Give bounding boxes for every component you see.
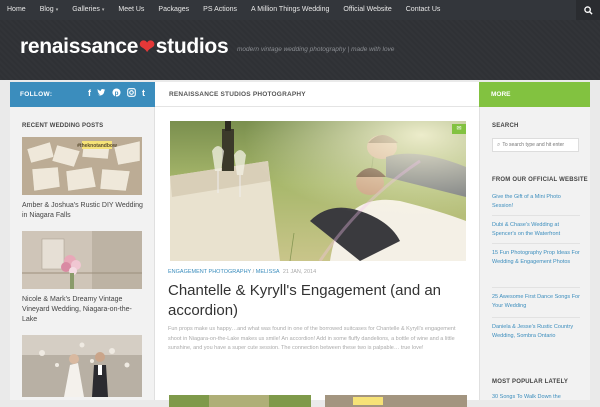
popular-post-link[interactable]: 30 Songs To Walk Down the	[492, 393, 582, 402]
post-thumbnail-next[interactable]	[169, 395, 311, 407]
post-thumbnail-next-2[interactable]	[325, 395, 467, 407]
comment-icon: ✉	[456, 126, 462, 132]
nav-item-official-website[interactable]: Official Website	[336, 0, 398, 20]
social-icons: f p t	[88, 88, 145, 99]
official-post-link[interactable]: Dubi & Chase's Wedding at Spencer's on t…	[492, 221, 582, 239]
logo-text-right: studios	[155, 35, 229, 58]
follow-bar: FOLLOW: f p t	[10, 82, 155, 107]
post-author-link[interactable]: MELISSA	[256, 269, 280, 275]
pinterest-icon[interactable]: p	[112, 88, 121, 99]
popular-heading: MOST POPULAR LATELY	[492, 379, 569, 385]
nav-label: Packages	[158, 6, 190, 13]
content-section-title: RENAISSANCE STUDIOS PHOTOGRAPHY	[169, 90, 306, 98]
follow-label: FOLLOW:	[20, 91, 53, 98]
post-meta: ENGAGEMENT PHOTOGRAPHY / MELISSA 21 JAN,…	[168, 269, 316, 275]
nav-item-ps-actions[interactable]: PS Actions	[196, 0, 244, 20]
search-icon	[583, 5, 593, 15]
chevron-down-icon: ▾	[101, 7, 105, 13]
nav-item-meet-us[interactable]: Meet Us	[111, 0, 151, 20]
sidebar-search-input[interactable]	[502, 142, 578, 148]
nav-label: PS Actions	[203, 6, 238, 13]
logo-text-left: renaissance	[20, 35, 139, 58]
more-label: MORE	[491, 91, 511, 98]
content-section-header: RENAISSANCE STUDIOS PHOTOGRAPHY	[155, 82, 479, 107]
divider	[492, 317, 580, 318]
left-sidebar: RECENT WEDDING POSTS #theknotandbow Ambe…	[10, 107, 155, 400]
nav-label: Meet Us	[118, 6, 145, 13]
official-post-link[interactable]: Give the Gift of a Mini Photo Session!	[492, 193, 582, 211]
nav-item-home[interactable]: Home	[0, 0, 33, 20]
post-thumbnail-rustic-diy[interactable]: #theknotandbow	[22, 137, 142, 195]
nav-label: Galleries	[72, 6, 100, 13]
post-thumbnail-vineyard[interactable]	[22, 231, 142, 289]
search-toggle-button[interactable]	[576, 0, 600, 20]
svg-text:p: p	[115, 90, 119, 97]
page-gutter-right	[590, 82, 600, 400]
nav-item-blog[interactable]: Blog ▾	[33, 0, 66, 20]
featured-post-image[interactable]: ✉	[170, 121, 466, 261]
search-heading: SEARCH	[492, 123, 519, 129]
nav-label: Official Website	[343, 6, 392, 13]
site-tagline: modern vintage wedding photography | mad…	[237, 46, 395, 53]
nav-label: Contact Us	[405, 6, 441, 13]
nav-label: Home	[7, 6, 26, 13]
divider	[492, 287, 580, 288]
comments-badge[interactable]: ✉	[452, 124, 466, 134]
site-header: renaissance❤studios modern vintage weddi…	[0, 20, 600, 80]
facebook-icon[interactable]: f	[88, 88, 91, 99]
post-excerpt: Fun props make us happy…and what was fou…	[168, 326, 456, 351]
page-gutter-left	[0, 82, 10, 400]
site-logo[interactable]: renaissance❤studios	[20, 35, 229, 59]
nav-label: A Million Things Wedding	[251, 6, 330, 13]
nav-item-galleries[interactable]: Galleries ▾	[65, 0, 111, 20]
official-post-link[interactable]: Daniela & Jesse's Rustic Country Wedding…	[492, 323, 582, 341]
right-sidebar: SEARCH ⌕ FROM OUR OFFICIAL WEBSITE Give …	[479, 107, 590, 400]
nav-item-contact-us[interactable]: Contact Us	[399, 0, 448, 20]
instagram-icon[interactable]	[127, 88, 136, 99]
more-bar: MORE	[479, 82, 590, 107]
nav-item-million-things[interactable]: A Million Things Wedding	[244, 0, 336, 20]
recent-posts-heading: RECENT WEDDING POSTS	[22, 123, 104, 129]
nav-item-packages[interactable]: Packages	[151, 0, 196, 20]
official-post-link[interactable]: 15 Fun Photography Prop Ideas For Weddin…	[492, 249, 582, 267]
divider	[492, 243, 580, 244]
divider	[492, 215, 580, 216]
recent-post-link[interactable]: Nicole & Mark's Dreamy Vintage Vineyard …	[22, 295, 147, 325]
search-icon: ⌕	[497, 141, 501, 148]
nav-label: Blog	[39, 6, 54, 13]
official-post-link[interactable]: 25 Awesome First Dance Songs For Your We…	[492, 293, 582, 311]
post-headline[interactable]: Chantelle & Kyryll's Engagement (and an …	[168, 281, 468, 321]
main-content: ✉ ENGAGEMENT PHOTOGRAPHY / MELISSA 21 JA…	[155, 107, 479, 407]
featured-photo	[170, 121, 466, 261]
twitter-icon[interactable]	[97, 88, 106, 99]
chevron-down-icon: ▾	[55, 7, 59, 13]
tumblr-icon[interactable]: t	[142, 88, 145, 99]
post-thumbnail-couple[interactable]	[22, 335, 142, 397]
top-navigation: Home Blog ▾ Galleries ▾ Meet Us Packages P…	[0, 0, 600, 20]
official-website-heading: FROM OUR OFFICIAL WEBSITE	[492, 177, 588, 183]
post-date: 21 JAN, 2014	[282, 269, 317, 275]
meta-separator: /	[252, 269, 255, 275]
post-category-link[interactable]: ENGAGEMENT PHOTOGRAPHY	[168, 269, 251, 275]
svg-text:#theknotandbow: #theknotandbow	[77, 143, 117, 149]
heart-icon: ❤	[139, 37, 155, 58]
recent-post-link[interactable]: Amber & Joshua's Rustic DIY Wedding in N…	[22, 201, 147, 221]
sidebar-search-box[interactable]: ⌕	[492, 138, 579, 152]
